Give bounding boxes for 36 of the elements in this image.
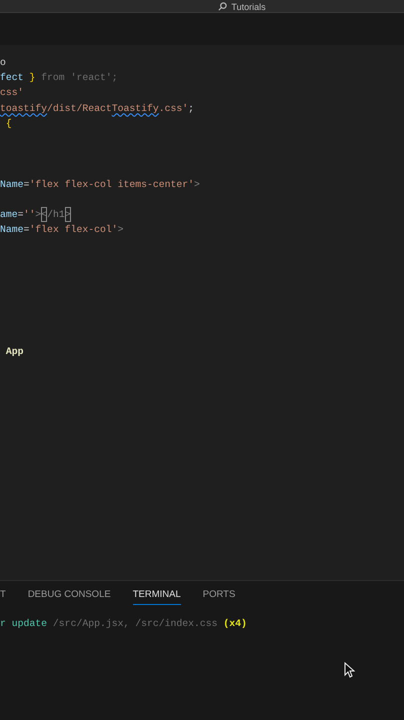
- code-token: 'flex flex-col': [29, 223, 118, 238]
- code-token: /h1: [47, 208, 65, 222]
- panel-tab[interactable]: TERMINAL: [132, 585, 181, 605]
- code-token: }: [28, 71, 36, 86]
- code-token: .css': [158, 102, 188, 116]
- code-token: r: [0, 617, 7, 631]
- code-token: >: [118, 223, 124, 238]
- code-token: Name: [0, 178, 24, 192]
- mouse-pointer-icon: [344, 662, 355, 678]
- code-token: css': [0, 86, 24, 100]
- code-token: >: [194, 178, 200, 192]
- code-token: ;: [188, 102, 194, 116]
- code-token: /dist/React: [47, 102, 112, 116]
- search-icon[interactable]: [218, 2, 228, 11]
- code-token: =: [24, 178, 30, 192]
- code-token: Toastify: [112, 102, 159, 116]
- code-token: (x4): [223, 617, 247, 631]
- panel-tab[interactable]: T: [0, 585, 6, 605]
- code-token: 'flex flex-col items-center': [29, 178, 194, 192]
- code-token: {: [4, 116, 12, 131]
- code-token: =: [24, 223, 30, 238]
- code-token: =: [18, 208, 24, 222]
- search-label[interactable]: Tutorials: [231, 2, 266, 12]
- code-token: update: [12, 617, 48, 631]
- code-token: '': [24, 208, 36, 222]
- code-token: /src/App.jsx, /src/index.css: [52, 617, 219, 631]
- code-token: Name: [0, 223, 24, 238]
- code-token: toastify: [0, 102, 48, 116]
- code-token: ame: [0, 208, 18, 222]
- panel-tab[interactable]: PORTS: [202, 585, 236, 605]
- code-token: fect: [0, 71, 24, 86]
- code-token: >: [35, 208, 42, 222]
- code-token: App: [4, 344, 24, 359]
- code-token: from 'react';: [41, 71, 118, 86]
- code-token: o: [0, 56, 6, 70]
- panel-tab[interactable]: DEBUG CONSOLE: [28, 585, 111, 605]
